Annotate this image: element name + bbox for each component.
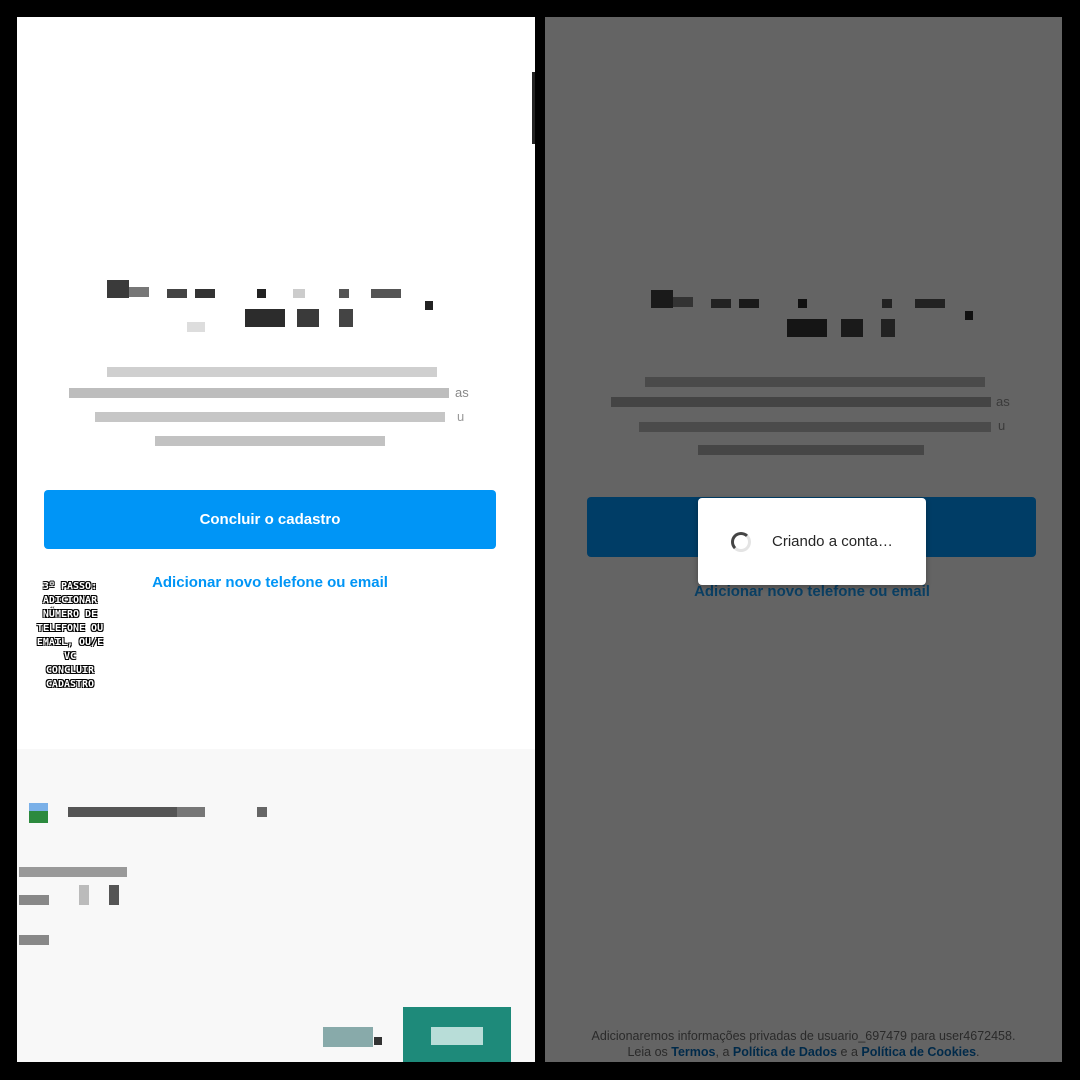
footer-line: Adicionaremos informações privadas de us… bbox=[591, 1029, 1016, 1043]
step-annotation-line: TELEFONE OU bbox=[36, 623, 104, 634]
step-annotation-line: CONCLUIR bbox=[45, 665, 95, 676]
cookies-policy-link[interactable]: Política de Cookies bbox=[861, 1045, 976, 1059]
loading-dialog-text: Criando a conta… bbox=[772, 533, 893, 550]
right-screen: as u Adicionar novo telefone ou email Cr… bbox=[545, 17, 1062, 1062]
loading-dialog: Criando a conta… bbox=[698, 498, 926, 585]
step-annotation: 3º PASSO: ADICIONAR NÚMERO DE TELEFONE O… bbox=[34, 580, 106, 692]
add-phone-or-email-link: Adicionar novo telefone ou email bbox=[694, 583, 930, 600]
footer-text: , a bbox=[715, 1045, 733, 1059]
left-screen: as u Concluir o cadastro Adicionar novo … bbox=[17, 17, 535, 1062]
step-annotation-line: EMAIL, OU/E VC bbox=[36, 637, 104, 662]
blurred-text-fragment: as bbox=[455, 385, 469, 400]
footer-text: . bbox=[976, 1045, 980, 1059]
blurred-text-fragment: as bbox=[996, 394, 1010, 409]
spinner-icon bbox=[731, 531, 751, 552]
blurred-text-fragment: u bbox=[457, 409, 465, 424]
app-icon bbox=[29, 803, 48, 811]
footer-text: e a bbox=[837, 1045, 862, 1059]
step-annotation-line: ADICIONAR bbox=[42, 595, 98, 606]
step-annotation-line: NÚMERO DE bbox=[42, 609, 98, 620]
legal-footer: Adicionaremos informações privadas de us… bbox=[545, 1028, 1062, 1060]
data-policy-link[interactable]: Política de Dados bbox=[733, 1045, 837, 1059]
next-button[interactable] bbox=[403, 1007, 511, 1062]
scrollbar[interactable] bbox=[532, 72, 535, 144]
terms-link[interactable]: Termos bbox=[671, 1045, 715, 1059]
footer-text: Leia os bbox=[627, 1045, 672, 1059]
step-annotation-line: 3º PASSO: bbox=[42, 581, 98, 592]
blurred-text-fragment: u bbox=[998, 418, 1006, 433]
complete-signup-button[interactable]: Concluir o cadastro bbox=[44, 490, 496, 549]
step-annotation-line: CADASTRO bbox=[45, 679, 95, 690]
